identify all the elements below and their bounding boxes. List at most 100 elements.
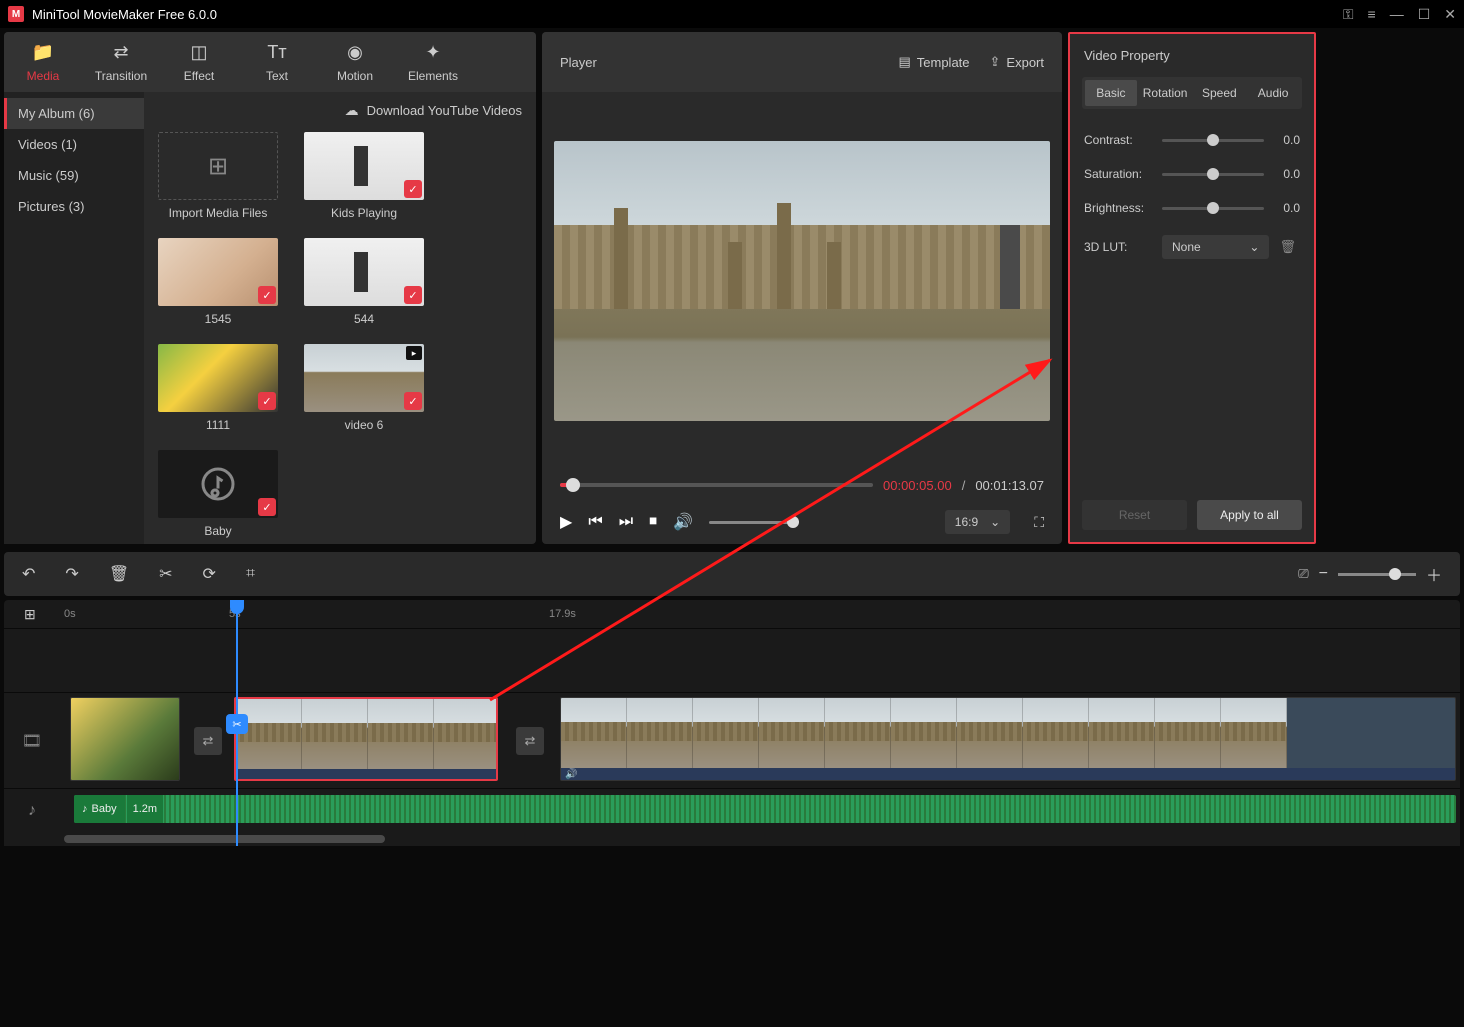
transition-slot[interactable]: ⇄ xyxy=(516,727,544,755)
seek-slider[interactable] xyxy=(560,483,873,487)
split-handle-icon[interactable]: ✂ xyxy=(226,714,248,734)
check-icon: ✓ xyxy=(258,286,276,304)
check-icon: ✓ xyxy=(404,180,422,198)
next-button[interactable]: ⏭ xyxy=(619,513,633,531)
saturation-label: Saturation: xyxy=(1084,167,1156,181)
tab-effect[interactable]: ◫Effect xyxy=(160,32,238,92)
media-item[interactable]: ✓ 1545 xyxy=(158,238,278,326)
delete-button[interactable]: 🗑 xyxy=(109,564,129,584)
contrast-label: Contrast: xyxy=(1084,133,1156,147)
transition-slot[interactable]: ⇄ xyxy=(194,727,222,755)
media-item[interactable]: ▸✓ video 6 xyxy=(304,344,424,432)
ruler-mark: 0s xyxy=(64,608,76,620)
text-icon: Tᴛ xyxy=(267,42,286,63)
prop-tab-basic[interactable]: Basic xyxy=(1085,80,1137,106)
trash-icon[interactable]: 🗑 xyxy=(1275,239,1300,255)
maximize-icon[interactable]: ☐ xyxy=(1418,6,1431,23)
effect-icon: ◫ xyxy=(190,42,207,63)
close-icon[interactable]: ✕ xyxy=(1444,6,1456,23)
sidebar-item-myalbum[interactable]: My Album (6) xyxy=(4,98,144,129)
add-track-icon[interactable]: ⊞ xyxy=(24,606,36,623)
key-icon[interactable]: ⚿ xyxy=(1343,6,1354,23)
media-panel: 📁Media ⇄Transition ◫Effect TᴛText ◉Motio… xyxy=(4,32,536,544)
app-logo: M xyxy=(8,6,24,22)
sidebar-item-pictures[interactable]: Pictures (3) xyxy=(4,191,144,222)
apply-all-button[interactable]: Apply to all xyxy=(1197,500,1302,530)
timeline-clip[interactable]: 🔊 xyxy=(560,697,1456,781)
timeline-clip-selected[interactable] xyxy=(234,697,498,781)
app-title: MiniTool MovieMaker Free 6.0.0 xyxy=(32,7,217,22)
export-icon: ⇪ xyxy=(990,54,1001,70)
prop-tab-rotation[interactable]: Rotation xyxy=(1139,80,1192,106)
tab-media[interactable]: 📁Media xyxy=(4,32,82,92)
download-youtube-link[interactable]: Download YouTube Videos xyxy=(367,103,522,118)
prop-tab-speed[interactable]: Speed xyxy=(1193,80,1245,106)
saturation-slider[interactable] xyxy=(1162,173,1264,176)
zoom-out-button[interactable]: − xyxy=(1319,565,1328,583)
tab-elements[interactable]: ✦Elements xyxy=(394,32,472,92)
volume-icon[interactable]: 🔊 xyxy=(673,512,693,532)
redo-button[interactable]: ↷ xyxy=(65,564,78,584)
fit-icon[interactable]: ⎚ xyxy=(1298,566,1308,582)
video-property-panel: Video Property Basic Rotation Speed Audi… xyxy=(1068,32,1316,544)
media-thumb: ✓ xyxy=(158,450,278,518)
video-track[interactable]: ⇄ ⇄ 🔊 xyxy=(60,693,1460,788)
check-icon: ✓ xyxy=(258,392,276,410)
brightness-slider[interactable] xyxy=(1162,207,1264,210)
motion-icon: ◉ xyxy=(347,42,363,63)
timeline-ruler[interactable]: ⊞ 0s 5s 17.9s xyxy=(4,600,1460,628)
chevron-down-icon: ⌄ xyxy=(1249,240,1259,254)
zoom-slider[interactable] xyxy=(1338,573,1416,576)
audio-track[interactable]: ♪Baby 1.2m xyxy=(60,789,1460,832)
folder-icon: 📁 xyxy=(32,42,54,63)
minimize-icon[interactable]: — xyxy=(1390,6,1404,22)
media-thumb: ✓ xyxy=(158,344,278,412)
check-icon: ✓ xyxy=(404,392,422,410)
music-note-icon xyxy=(200,466,236,502)
time-current: 00:00:05.00 xyxy=(883,478,952,493)
speed-button[interactable]: ⟳ xyxy=(203,564,216,584)
time-total: 00:01:13.07 xyxy=(975,478,1044,493)
play-button[interactable]: ▶ xyxy=(560,512,572,532)
media-grid: ⊞ Import Media Files ✓ Kids Playing ✓ 15… xyxy=(144,128,536,544)
menu-icon[interactable]: ≡ xyxy=(1368,6,1376,22)
ruler-mark: 17.9s xyxy=(549,608,576,620)
import-media-tile[interactable]: ⊞ Import Media Files xyxy=(158,132,278,220)
media-item[interactable]: ✓ 1111 xyxy=(158,344,278,432)
export-button[interactable]: ⇪Export xyxy=(990,54,1044,70)
template-button[interactable]: ▤Template xyxy=(898,54,969,70)
reset-button[interactable]: Reset xyxy=(1082,500,1187,530)
preview-viewport[interactable] xyxy=(554,141,1050,421)
tab-transition[interactable]: ⇄Transition xyxy=(82,32,160,92)
timeline-scrollbar[interactable] xyxy=(4,832,1460,846)
media-item[interactable]: ✓ 544 xyxy=(304,238,424,326)
fullscreen-icon[interactable]: ⛶ xyxy=(1034,514,1044,531)
stop-button[interactable]: ⏹ xyxy=(649,513,657,531)
prev-button[interactable]: ⏮ xyxy=(588,513,602,531)
import-icon: ⊞ xyxy=(158,132,278,200)
zoom-in-button[interactable]: ＋ xyxy=(1426,562,1442,586)
player-title: Player xyxy=(560,55,597,70)
aspect-ratio-select[interactable]: 16:9⌄ xyxy=(945,510,1010,534)
timeline: ⊞ 0s 5s 17.9s 🎞 ⇄ ⇄ 🔊 xyxy=(4,600,1460,846)
tab-motion[interactable]: ◉Motion xyxy=(316,32,394,92)
volume-slider[interactable] xyxy=(709,521,799,524)
undo-button[interactable]: ↶ xyxy=(22,564,35,584)
sidebar-item-music[interactable]: Music (59) xyxy=(4,160,144,191)
playhead[interactable]: ✂ xyxy=(236,600,238,846)
media-item[interactable]: ✓ Baby xyxy=(158,450,278,538)
timeline-clip[interactable] xyxy=(70,697,180,781)
tab-text[interactable]: TᴛText xyxy=(238,32,316,92)
lut-label: 3D LUT: xyxy=(1084,240,1156,254)
sidebar-item-videos[interactable]: Videos (1) xyxy=(4,129,144,160)
contrast-value: 0.0 xyxy=(1270,133,1300,147)
contrast-slider[interactable] xyxy=(1162,139,1264,142)
prop-tab-audio[interactable]: Audio xyxy=(1247,80,1299,106)
lut-select[interactable]: None⌄ xyxy=(1162,235,1269,259)
transition-icon: ⇄ xyxy=(113,42,128,63)
media-item[interactable]: ✓ Kids Playing xyxy=(304,132,424,220)
crop-button[interactable]: ⌗ xyxy=(246,565,255,583)
media-thumb: ✓ xyxy=(304,238,424,306)
split-button[interactable]: ✂ xyxy=(159,564,172,584)
audio-clip[interactable]: ♪Baby 1.2m xyxy=(74,795,1456,823)
